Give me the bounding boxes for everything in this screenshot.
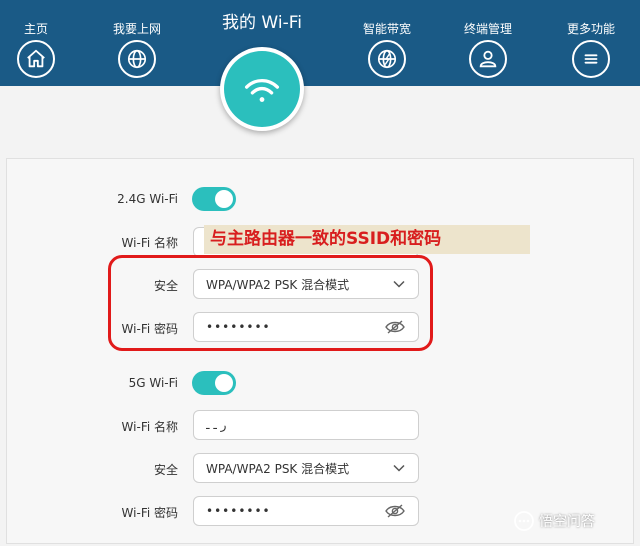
nav-item-label: 更多功能 [566, 22, 615, 36]
wifi-5g-toggle[interactable] [192, 371, 236, 395]
wifi-5g-toggle-label: 5G Wi-Fi [128, 376, 178, 390]
eye-slash-icon[interactable] [384, 503, 406, 519]
nav-item-devices[interactable]: 终端管理 [448, 0, 528, 78]
globe-icon [118, 40, 156, 78]
nav-item-label: 我要上网 [112, 22, 161, 36]
top-nav-bar: 主页 我要上网 智能带宽 终端管理 更多功能 我的 Wi-Fi [0, 0, 640, 86]
wifi-5g-password-input[interactable]: •••••••• [193, 496, 419, 526]
nav-item-more[interactable]: 更多功能 [551, 0, 631, 78]
chevron-down-icon [393, 464, 405, 472]
speech-bubble-icon [514, 511, 534, 531]
nav-item-bandwidth[interactable]: 智能带宽 [347, 0, 427, 78]
annotation-banner: 与主路由器一致的SSID和密码 [204, 225, 530, 254]
watermark: 悟空问答 [513, 510, 595, 532]
toggle-knob [215, 374, 233, 392]
wifi-icon [224, 51, 300, 127]
nav-item-internet[interactable]: 我要上网 [97, 0, 177, 78]
nav-item-label: 主页 [23, 22, 48, 36]
nav-item-label: 终端管理 [463, 22, 512, 36]
highlight-box [108, 255, 433, 351]
wifi-5g-name-input[interactable]: ر ـ ـ [193, 410, 419, 440]
nav-item-home[interactable]: 主页 [0, 0, 76, 78]
wifi-24g-toggle-label: 2.4G Wi-Fi [117, 192, 178, 206]
field-value: WPA/WPA2 PSK 混合模式 [206, 461, 350, 476]
nav-item-my-wifi[interactable] [220, 47, 304, 131]
wifi-5g-security-label: 安全 [153, 463, 178, 477]
user-icon [469, 40, 507, 78]
watermark-text: 悟空问答 [539, 514, 595, 530]
wifi-24g-name-label: Wi-Fi 名称 [121, 236, 178, 250]
toggle-knob [215, 190, 233, 208]
menu-icon [572, 40, 610, 78]
wifi-5g-name-label: Wi-Fi 名称 [121, 420, 178, 434]
wifi-5g-security-select[interactable]: WPA/WPA2 PSK 混合模式 [193, 453, 419, 483]
nav-item-label: 智能带宽 [362, 22, 411, 36]
field-value: •••••••• [206, 504, 271, 518]
wifi-24g-toggle[interactable] [192, 187, 236, 211]
wifi-5g-password-label: Wi-Fi 密码 [121, 506, 178, 520]
wifi-settings-panel [6, 158, 634, 544]
active-nav-title: 我的 Wi-Fi [222, 13, 302, 33]
field-value: ر ـ ـ [206, 418, 227, 432]
home-icon [17, 40, 55, 78]
bandwidth-icon [368, 40, 406, 78]
